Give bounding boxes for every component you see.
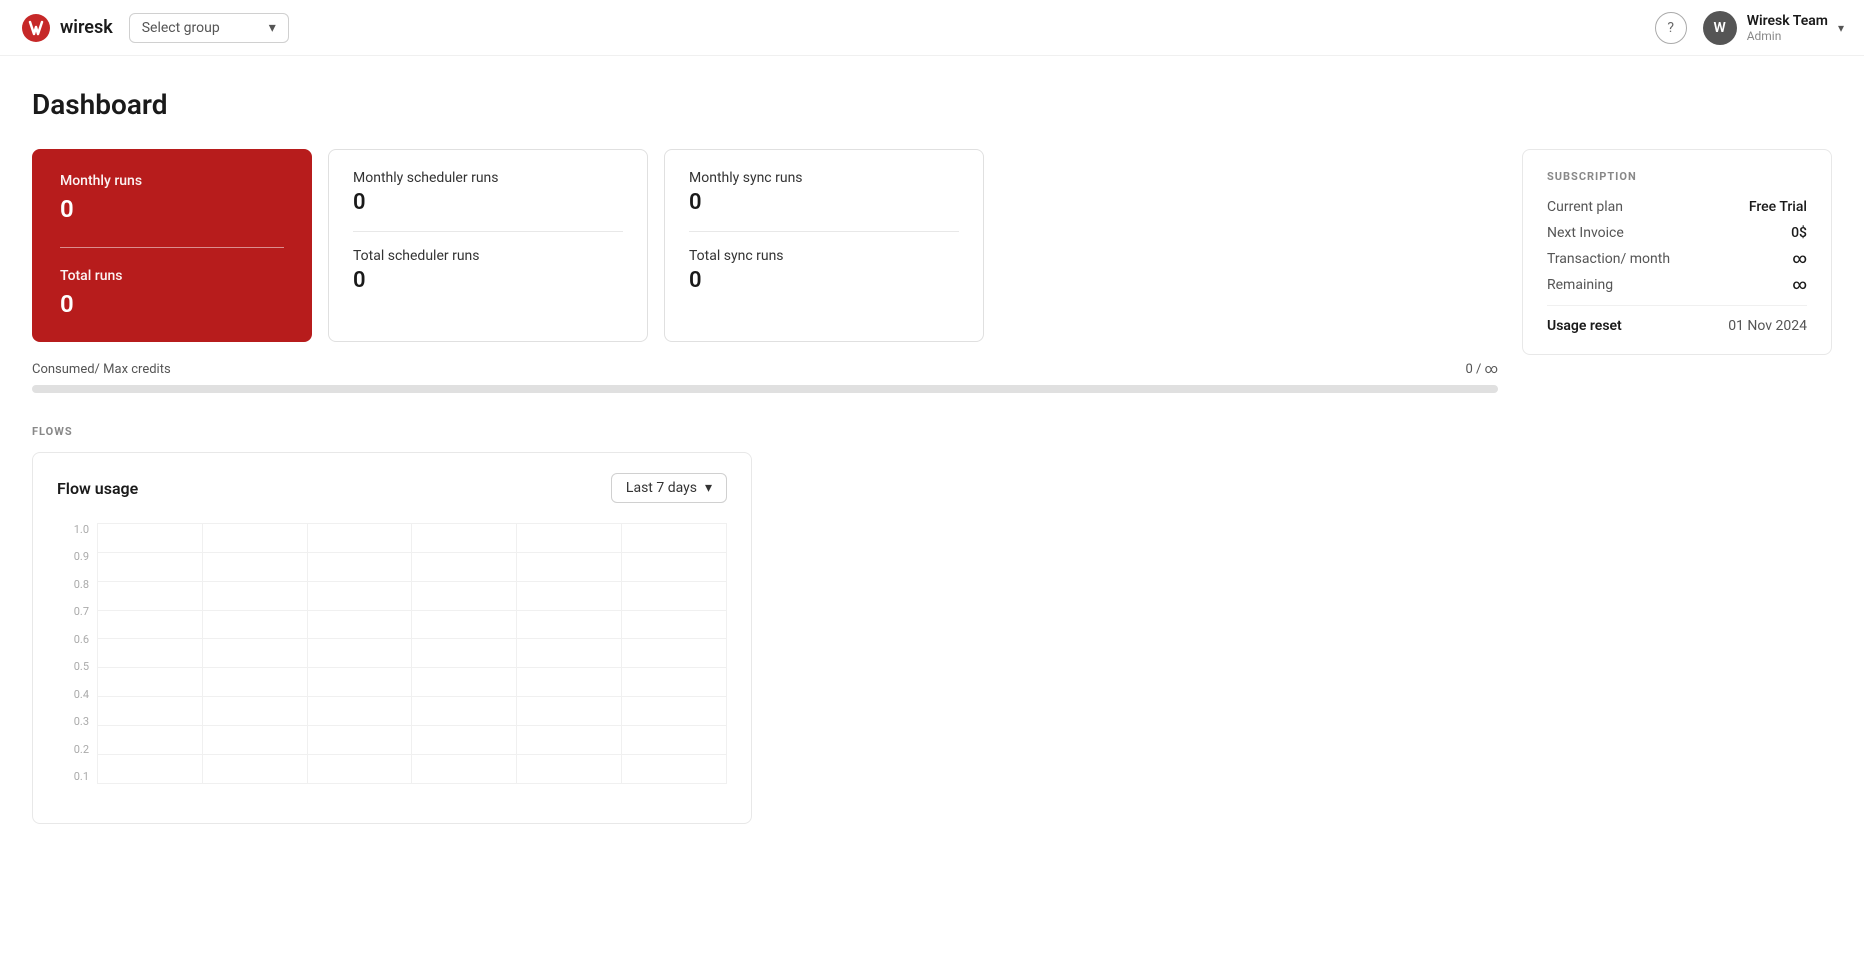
flow-usage-title: Flow usage	[57, 479, 138, 498]
total-sync-label: Total sync runs	[689, 248, 959, 264]
select-group-label: Select group	[142, 20, 220, 36]
total-runs-value: 0	[60, 290, 284, 318]
period-chevron-icon: ▾	[705, 480, 712, 496]
transaction-row: Transaction/ month ∞	[1547, 251, 1807, 267]
total-scheduler-value: 0	[353, 268, 623, 293]
select-group-dropdown[interactable]: Select group ▾	[129, 13, 289, 43]
help-button[interactable]: ?	[1655, 12, 1687, 44]
main-content: Dashboard Monthly runs 0 Total runs 0 Mo…	[0, 56, 1864, 856]
logo: wiresk	[20, 12, 113, 44]
subscription-section: SUBSCRIPTION Current plan Free Trial Nex…	[1522, 149, 1832, 355]
flow-usage-chart: 1.0 0.9 0.8 0.7 0.6 0.5 0.4 0.3 0.2 0.1	[57, 523, 727, 803]
monthly-runs-label: Monthly runs	[60, 173, 284, 189]
y-label-10: 1.0	[57, 523, 93, 536]
grid-line-9	[97, 783, 727, 784]
remaining-row: Remaining ∞	[1547, 277, 1807, 293]
left-stats: Monthly runs 0 Total runs 0 Monthly sche…	[32, 149, 1498, 824]
credits-value: 0 / ∞	[1466, 362, 1499, 377]
y-label-09: 0.9	[57, 550, 93, 563]
total-runs-label: Total runs	[60, 268, 284, 284]
v-line-5	[621, 523, 622, 783]
flows-card-header: Flow usage Last 7 days ▾	[57, 473, 727, 503]
header: wiresk Select group ▾ ? W Wiresk Team Ad…	[0, 0, 1864, 56]
user-role: Admin	[1747, 29, 1828, 43]
y-label-05: 0.5	[57, 660, 93, 673]
next-invoice-row: Next Invoice 0$	[1547, 225, 1807, 241]
top-content: Monthly runs 0 Total runs 0 Monthly sche…	[32, 149, 1832, 824]
v-line-3	[411, 523, 412, 783]
y-label-07: 0.7	[57, 605, 93, 618]
credits-row: Consumed/ Max credits 0 / ∞	[32, 362, 1498, 377]
remaining-value: ∞	[1792, 277, 1807, 293]
usage-reset-row: Usage reset 01 Nov 2024	[1547, 318, 1807, 334]
credits-bar-background	[32, 385, 1498, 393]
period-selector-dropdown[interactable]: Last 7 days ▾	[611, 473, 727, 503]
current-plan-label: Current plan	[1547, 199, 1623, 215]
credits-label: Consumed/ Max credits	[32, 362, 171, 377]
total-sync-value: 0	[689, 268, 959, 293]
scheduler-divider	[353, 231, 623, 232]
current-plan-value: Free Trial	[1749, 199, 1807, 215]
card-divider	[60, 247, 284, 248]
header-left: wiresk Select group ▾	[20, 12, 289, 44]
current-plan-row: Current plan Free Trial	[1547, 199, 1807, 215]
flows-section-title: FLOWS	[32, 425, 1498, 438]
transaction-value: ∞	[1792, 251, 1807, 267]
flows-card: Flow usage Last 7 days ▾ 1.0 0.9 0.8 0.7	[32, 452, 752, 824]
y-label-08: 0.8	[57, 578, 93, 591]
sync-divider	[689, 231, 959, 232]
y-label-01: 0.1	[57, 770, 93, 783]
subscription-divider	[1547, 305, 1807, 306]
monthly-runs-card: Monthly runs 0 Total runs 0	[32, 149, 312, 342]
user-info: Wiresk Team Admin	[1747, 13, 1828, 43]
subscription-title: SUBSCRIPTION	[1547, 170, 1807, 183]
y-label-06: 0.6	[57, 633, 93, 646]
logo-text: wiresk	[60, 17, 113, 38]
user-menu[interactable]: W Wiresk Team Admin ▾	[1703, 11, 1844, 45]
period-label: Last 7 days	[626, 480, 697, 496]
monthly-scheduler-label: Monthly scheduler runs	[353, 170, 623, 186]
usage-reset-value: 01 Nov 2024	[1728, 318, 1807, 334]
monthly-scheduler-value: 0	[353, 190, 623, 215]
wiresk-logo-icon	[20, 12, 52, 44]
monthly-sync-value: 0	[689, 190, 959, 215]
user-chevron-icon: ▾	[1838, 21, 1844, 35]
y-axis-labels: 1.0 0.9 0.8 0.7 0.6 0.5 0.4 0.3 0.2 0.1	[57, 523, 93, 783]
y-label-03: 0.3	[57, 715, 93, 728]
y-label-02: 0.2	[57, 743, 93, 756]
question-mark-icon: ?	[1667, 20, 1674, 36]
flows-section: FLOWS Flow usage Last 7 days ▾ 1.0 0.9	[32, 425, 1498, 824]
v-line-0	[97, 523, 98, 783]
credits-section: Consumed/ Max credits 0 / ∞	[32, 358, 1498, 393]
header-right: ? W Wiresk Team Admin ▾	[1655, 11, 1844, 45]
chevron-down-icon: ▾	[269, 20, 276, 36]
y-label-04: 0.4	[57, 688, 93, 701]
monthly-runs-value: 0	[60, 195, 284, 223]
page-title: Dashboard	[32, 88, 1832, 121]
subscription-card: SUBSCRIPTION Current plan Free Trial Nex…	[1522, 149, 1832, 355]
monthly-sync-label: Monthly sync runs	[689, 170, 959, 186]
v-line-6	[726, 523, 727, 783]
v-line-2	[307, 523, 308, 783]
sync-card: Monthly sync runs 0 Total sync runs 0	[664, 149, 984, 342]
remaining-label: Remaining	[1547, 277, 1613, 293]
chart-grid	[97, 523, 727, 783]
next-invoice-label: Next Invoice	[1547, 225, 1624, 241]
scheduler-card: Monthly scheduler runs 0 Total scheduler…	[328, 149, 648, 342]
avatar: W	[1703, 11, 1737, 45]
vertical-grid-lines	[97, 523, 727, 783]
stats-cards-row: Monthly runs 0 Total runs 0 Monthly sche…	[32, 149, 1498, 342]
user-name: Wiresk Team	[1747, 13, 1828, 29]
next-invoice-value: 0$	[1791, 225, 1807, 241]
usage-reset-label: Usage reset	[1547, 318, 1622, 334]
total-scheduler-label: Total scheduler runs	[353, 248, 623, 264]
transaction-label: Transaction/ month	[1547, 251, 1670, 267]
v-line-4	[516, 523, 517, 783]
v-line-1	[202, 523, 203, 783]
